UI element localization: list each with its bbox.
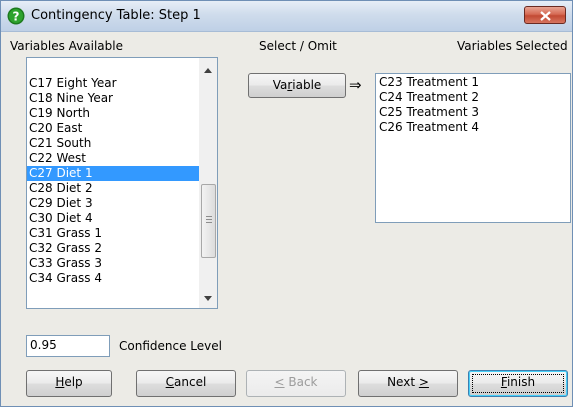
window-title: Contingency Table: Step 1 — [31, 8, 201, 23]
list-item[interactable]: C25 Treatment 3 — [379, 105, 570, 120]
arrow-up-icon — [204, 68, 212, 73]
list-item[interactable]: C22 West — [27, 151, 199, 166]
list-item[interactable]: C32 Grass 2 — [27, 241, 199, 256]
list-item[interactable]: C30 Diet 4 — [27, 211, 199, 226]
list-item[interactable]: C21 South — [27, 136, 199, 151]
scroll-thumb[interactable] — [201, 184, 216, 258]
help-button[interactable]: Help — [26, 370, 112, 397]
help-question-icon: ? — [7, 7, 25, 25]
cancel-button-label: ancel — [174, 375, 207, 389]
list-item[interactable]: C28 Diet 2 — [27, 181, 199, 196]
confidence-level-label: Confidence Level — [119, 339, 222, 353]
svg-text:?: ? — [13, 10, 20, 24]
back-button-mnemonic: < — [274, 375, 285, 389]
cancel-button[interactable]: Cancel — [136, 370, 236, 397]
help-button-mnemonic: H — [55, 375, 65, 389]
next-button-label: Next — [387, 375, 419, 389]
list-item[interactable]: C17 Eight Year — [27, 76, 199, 91]
dialog-window: ? Contingency Table: Step 1 Variables Av… — [0, 0, 573, 407]
vertical-scrollbar[interactable] — [199, 58, 217, 308]
next-button[interactable]: Next > — [358, 370, 458, 397]
variable-button-label-pre: Va — [272, 78, 288, 92]
list-item[interactable]: C34 Grass 4 — [27, 271, 199, 286]
list-item[interactable]: C20 East — [27, 121, 199, 136]
title-bar[interactable]: ? Contingency Table: Step 1 — [1, 1, 572, 32]
variables-selected-label: Variables Selected — [457, 39, 568, 53]
list-item[interactable]: C31 Grass 1 — [27, 226, 199, 241]
close-icon — [540, 11, 551, 21]
list-item[interactable]: C29 Diet 3 — [27, 196, 199, 211]
back-button-label: Back — [284, 375, 318, 389]
list-item[interactable]: C19 North — [27, 106, 199, 121]
variables-available-list[interactable]: C17 Eight Year C18 Nine Year C19 North C20 … — [26, 57, 218, 309]
list-item[interactable]: C27 Diet 1 — [27, 166, 199, 181]
help-button-label: elp — [64, 375, 83, 389]
scroll-up-button[interactable] — [200, 62, 217, 79]
select-omit-label: Select / Omit — [259, 39, 337, 53]
close-button[interactable] — [524, 6, 566, 24]
variables-selected-list[interactable]: C23 Treatment 1 C24 Treatment 2 C25 Treatm… — [375, 73, 571, 223]
list-item[interactable]: C23 Treatment 1 — [379, 75, 570, 90]
arrow-icon: ⇒ — [349, 76, 362, 94]
cancel-button-mnemonic: C — [165, 375, 175, 389]
variable-button[interactable]: Variable — [248, 73, 346, 98]
list-item[interactable]: C33 Grass 3 — [27, 256, 199, 271]
next-button-mnemonic: > — [418, 375, 429, 389]
arrow-down-icon — [204, 296, 212, 301]
back-button[interactable]: < Back — [246, 370, 346, 397]
variable-button-label-post: iable — [292, 78, 322, 92]
confidence-level-input[interactable]: 0.95 — [26, 335, 110, 357]
list-item[interactable]: C24 Treatment 2 — [379, 90, 570, 105]
finish-button-label: inish — [506, 375, 536, 389]
list-item[interactable]: C26 Treatment 4 — [379, 120, 570, 135]
variables-available-label: Variables Available — [10, 39, 123, 53]
list-item[interactable]: C18 Nine Year — [27, 91, 199, 106]
scroll-down-button[interactable] — [200, 290, 217, 307]
finish-button[interactable]: Finish — [468, 370, 568, 397]
